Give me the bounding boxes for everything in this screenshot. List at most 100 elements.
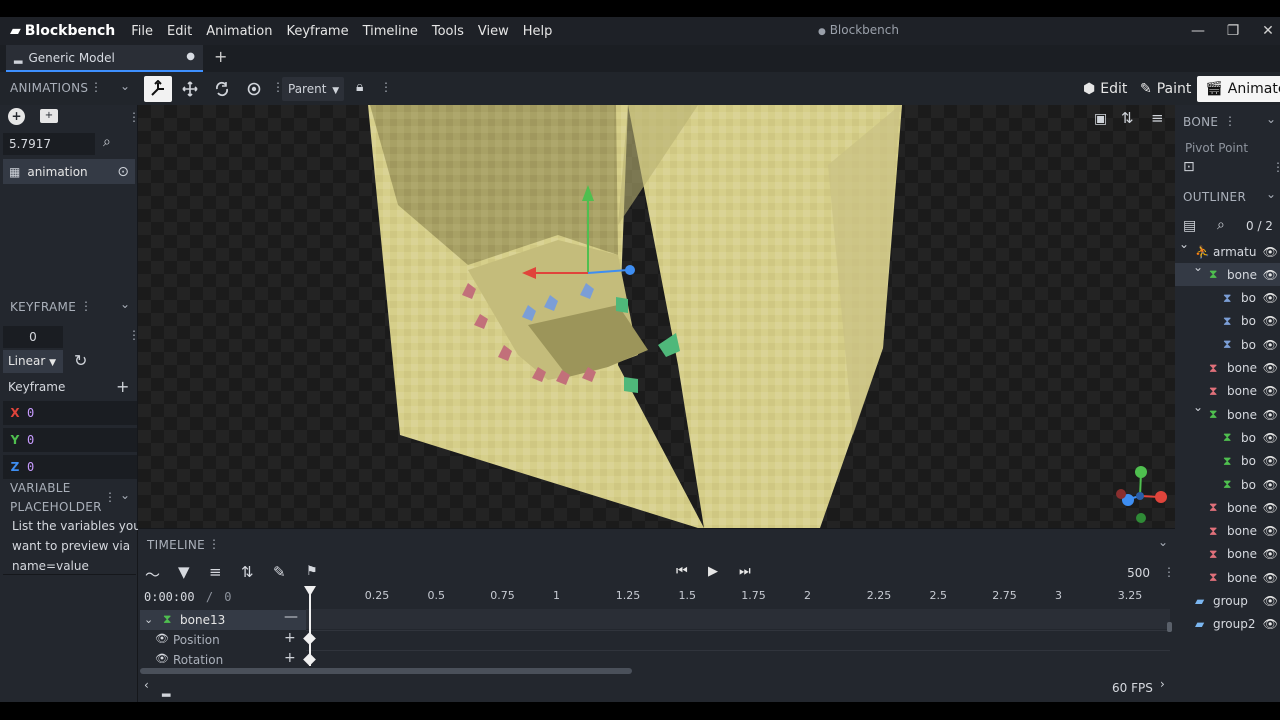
axis-navigator[interactable] [1110,463,1170,525]
visibility-eye-icon[interactable]: 👁︎ [1263,338,1278,352]
play-circle-icon[interactable]: ⊙ [117,164,129,180]
graph-editor-icon[interactable]: 〜 [145,564,160,585]
filter-icon[interactable]: ▼ [178,563,190,581]
visibility-eye-icon[interactable]: 👁︎ [1263,547,1278,561]
keyframe-time-input[interactable]: 0 [3,326,63,348]
visibility-eye-icon[interactable]: 👁︎ [1263,501,1278,515]
outliner-row[interactable]: ⌄ ⛹ armatu 👁︎ [1175,237,1280,263]
mode-paint-button[interactable]: ✎ Paint [1140,76,1191,102]
outliner-row[interactable]: ⌄ ⧗ bone 👁︎ [1175,400,1280,426]
model-render[interactable] [138,105,1175,528]
add-position-keyframe-icon[interactable]: + [284,630,296,646]
animation-length-input[interactable]: 5.7917 [3,133,95,155]
collapse-arrow-icon[interactable]: ⌄ [144,613,153,626]
outliner-row[interactable]: ⧗ bo 👁︎ [1175,287,1280,310]
restore-button[interactable]: ❐ [1218,19,1248,43]
lock-icon[interactable]: 🔒︎ [356,79,363,95]
visibility-eye-icon[interactable]: 👁︎ [1263,617,1278,631]
viewport-menu-icon[interactable]: ≡ [1151,109,1164,127]
bone-panel-collapse-icon[interactable]: ⌄ [1266,112,1276,126]
remove-track-icon[interactable]: — [284,609,298,625]
mode-edit-button[interactable]: ⬢ Edit [1083,76,1127,102]
timeline-zoom-value[interactable]: 500 [1100,566,1150,580]
add-folder-icon[interactable]: + [40,109,58,123]
menu-tools[interactable]: Tools [432,24,464,39]
keyframe-z-row[interactable]: Z 0 [3,455,137,479]
visibility-eye-icon[interactable]: 👁︎ [1263,245,1278,259]
visibility-eye-icon[interactable]: 👁︎ [1263,408,1278,422]
pivot-tool-icon[interactable] [240,76,268,102]
timeline-menu-icon[interactable]: ⋮ [208,537,220,551]
outliner-row[interactable]: ⧗ bo 👁︎ [1175,310,1280,333]
transform-space-select[interactable]: Parent ▼ [282,77,344,101]
new-tab-button[interactable]: + [214,47,227,66]
chevron-right-icon[interactable]: › [1160,677,1165,691]
menu-edit[interactable]: Edit [167,24,192,39]
variable-collapse-icon[interactable]: ⌄ [120,488,130,502]
animations-collapse-icon[interactable]: ⌄ [120,79,130,93]
chevron-left-icon[interactable]: ‹ [144,678,149,692]
keyframe-y-row[interactable]: Y 0 [3,428,137,452]
outliner-row[interactable]: ⧗ bone 👁︎ [1175,520,1280,543]
keyframe-x-row[interactable]: X 0 [3,401,137,425]
visibility-eye-icon[interactable]: 👁︎ [1263,268,1278,282]
outliner-search-icon[interactable]: ⌕ [1217,217,1225,233]
minimize-button[interactable]: — [1183,19,1213,43]
add-rotation-keyframe-icon[interactable]: + [284,650,296,666]
expand-arrow-icon[interactable]: ⌄ [1179,237,1189,251]
expand-arrow-icon[interactable]: ⌄ [1193,400,1203,414]
outliner-row[interactable]: ⧗ bone 👁︎ [1175,357,1280,380]
pivot-menu-icon[interactable]: ⋮ [1272,160,1280,174]
search-icon[interactable]: ⌕ [103,134,111,150]
outliner-row[interactable]: ▰ group 👁︎ [1175,590,1280,613]
expand-arrow-icon[interactable]: ⌄ [1193,260,1203,274]
timeline-collapse-icon[interactable]: ⌄ [1158,535,1168,549]
outliner-row[interactable]: ⧗ bo 👁︎ [1175,450,1280,473]
mode-animate-button[interactable]: 🎬︎ Animate [1197,76,1280,102]
center-view-icon[interactable]: ⇅ [1121,109,1134,127]
keyframe-menu-icon[interactable]: ⋮ [80,299,92,313]
pencil-icon[interactable]: ✎ [273,563,286,581]
visibility-eye-icon[interactable]: 👁︎ [1263,431,1278,445]
timeline-vertical-scrollbar[interactable] [1167,622,1172,632]
keyframe-collapse-icon[interactable]: ⌄ [120,297,130,311]
outliner-row[interactable]: ⧗ bone 👁︎ [1175,380,1280,403]
outliner-collapse-icon[interactable]: ⌄ [1266,187,1276,201]
close-window-button[interactable]: ✕ [1253,19,1280,43]
menu-timeline[interactable]: Timeline [363,24,418,39]
visibility-eye-icon[interactable]: 👁︎ [1263,384,1278,398]
visibility-eye-icon[interactable]: 👁︎ [1263,314,1278,328]
outliner-row[interactable]: ⧗ bo 👁︎ [1175,333,1280,356]
menu-view[interactable]: View [478,24,509,39]
toolbar-menu-icon-2[interactable]: ⋮ [380,80,392,94]
add-keyframe-data-icon[interactable]: + [116,377,129,396]
visibility-eye-icon[interactable]: 👁︎ [1263,594,1278,608]
visibility-eye-icon[interactable]: 👁︎ [1263,571,1278,585]
3d-viewport[interactable]: ▣ ⇅ ≡ [138,105,1175,528]
outliner-row[interactable]: ⧗ bone 👁︎ [1175,566,1280,589]
visibility-eye-icon[interactable]: 👁︎ [1263,291,1278,305]
translate-tool-icon[interactable] [176,76,204,102]
skip-forward-icon[interactable]: ⏭ [739,564,751,579]
menu-animation[interactable]: Animation [206,24,272,39]
outliner-row[interactable]: ⧗ bo 👁︎ [1175,473,1280,496]
timeline-options-icon[interactable]: ⋮ [1163,565,1175,579]
outliner-row[interactable]: ⧗ bone 👁︎ [1175,496,1280,519]
visibility-eye-icon[interactable]: 👁︎ [1263,478,1278,492]
gizmo-z-handle[interactable] [625,265,635,275]
screenshot-icon[interactable]: ▣ [1094,111,1107,127]
skip-back-icon[interactable]: ⏮ [676,564,688,579]
playhead-handle[interactable] [304,586,316,596]
play-icon[interactable]: ▶ [708,564,718,579]
visibility-eye-icon[interactable]: 👁︎ [1263,454,1278,468]
axis-y-value[interactable]: 0 [27,433,34,447]
outliner-toggle-icon[interactable]: ▤ [1183,218,1196,234]
menu-keyframe[interactable]: Keyframe [286,24,348,39]
bone-panel-menu-icon[interactable]: ⋮ [1224,114,1236,128]
move-tool-icon[interactable] [144,76,172,102]
outliner-row[interactable]: ⧗ bone 👁︎ [1175,543,1280,566]
menu-file[interactable]: File [131,24,153,39]
tab-close-button[interactable]: ● [186,51,195,62]
add-animation-icon[interactable]: + [8,108,25,125]
outliner-row[interactable]: ⧗ bo 👁︎ [1175,426,1280,449]
